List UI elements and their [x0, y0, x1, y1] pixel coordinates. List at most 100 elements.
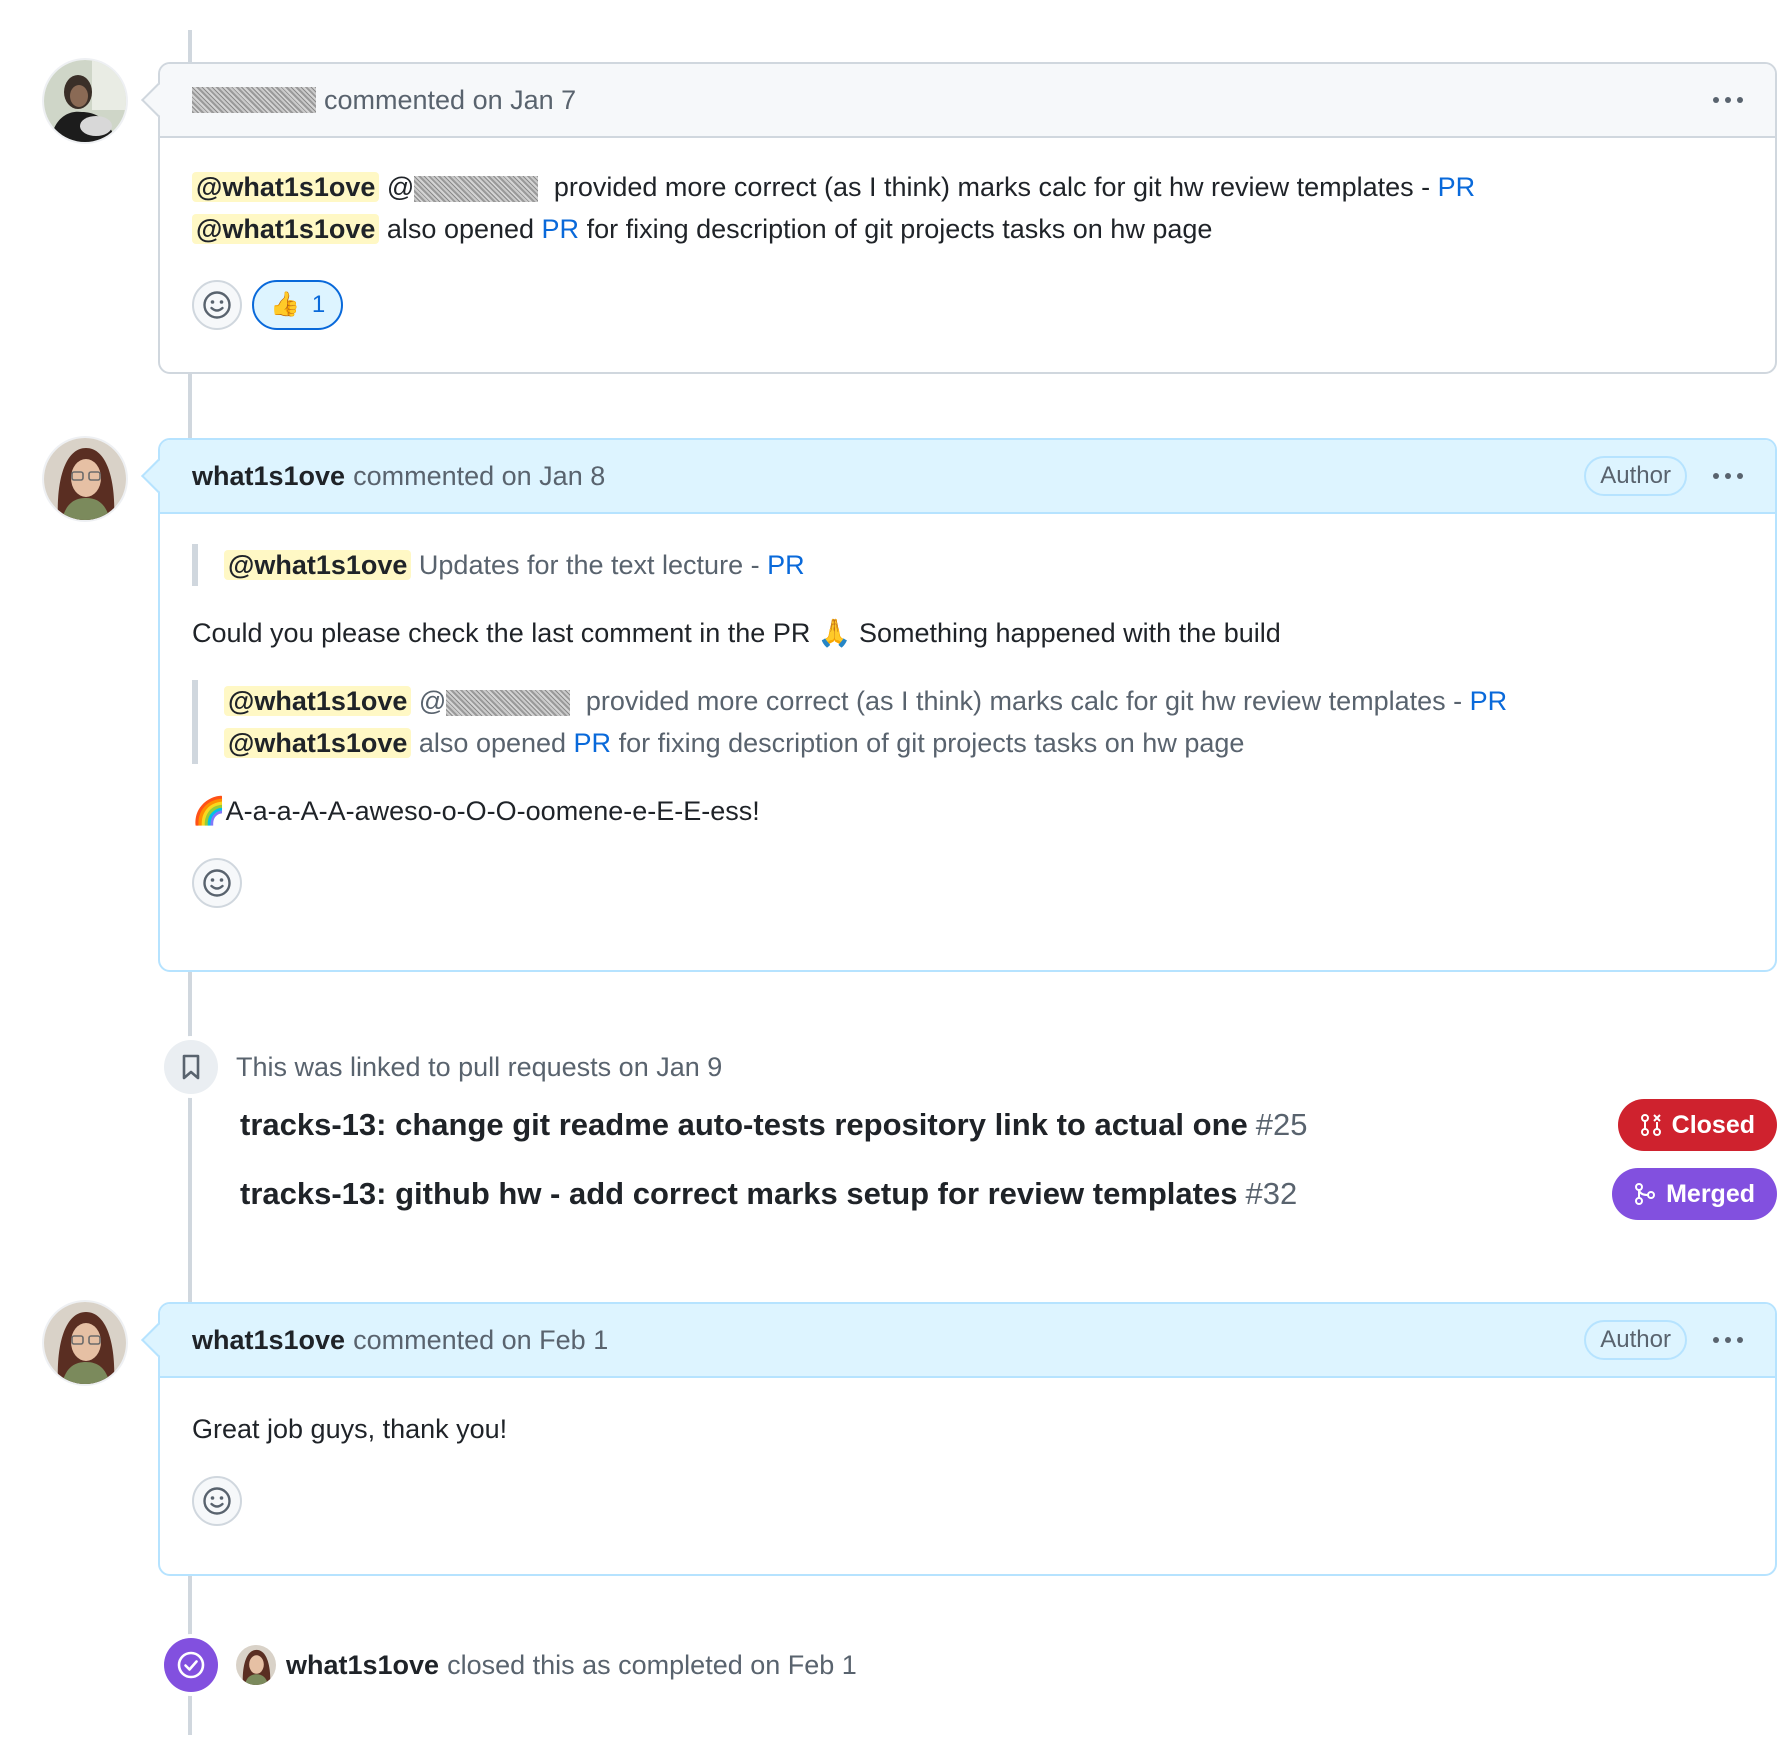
- quote-text: for fixing description of git projects t…: [611, 728, 1245, 758]
- pr-state-label: Merged: [1666, 1179, 1755, 1208]
- comment-paragraph: 🌈A-a-a-A-A-aweso-o-O-O-oomene-e-E-E-ess!: [192, 796, 760, 826]
- pr-title-link[interactable]: tracks-13: change git readme auto-tests …: [240, 1107, 1308, 1143]
- dot: [1737, 473, 1743, 479]
- blockquote: @what1s1ove @ provided more correct (as …: [192, 680, 1743, 764]
- user-mention[interactable]: @what1s1ove: [224, 686, 412, 716]
- redacted-username: [192, 87, 316, 113]
- dot: [1737, 1337, 1743, 1343]
- comment-body: @what1s1ove @ provided more correct (as …: [160, 138, 1775, 358]
- dot: [1725, 473, 1731, 479]
- check-circle-icon: [164, 1638, 218, 1692]
- comment-line: @what1s1ove also opened PR for fixing de…: [192, 208, 1743, 250]
- thumbs-up-icon: 👍: [270, 291, 300, 318]
- linked-pr-row: tracks-13: change git readme auto-tests …: [240, 1099, 1777, 1151]
- bookmark-icon: [164, 1040, 218, 1094]
- redacted-mention: [414, 175, 539, 202]
- avatar[interactable]: [44, 1302, 126, 1384]
- comment-text: for fixing description of git projects t…: [579, 214, 1213, 244]
- comment-timestamp[interactable]: commented on Jan 8: [353, 461, 605, 492]
- dot: [1713, 1337, 1719, 1343]
- comment-paragraph: Great job guys, thank you!: [192, 1414, 508, 1444]
- comment-text: also opened: [379, 214, 542, 244]
- comment-author[interactable]: what1s1ove: [192, 1325, 345, 1356]
- pr-closed-icon: [1640, 1114, 1661, 1136]
- user-photo-avatar-icon: [236, 1645, 276, 1685]
- reactions-bar: [192, 1476, 1743, 1526]
- add-reaction-button[interactable]: [192, 280, 242, 330]
- add-reaction-button[interactable]: [192, 1476, 242, 1526]
- quote-text: also opened: [411, 728, 574, 758]
- dot: [1713, 97, 1719, 103]
- comment-text: provided more correct (as I think) marks…: [546, 172, 1438, 202]
- pr-state-badge: Closed: [1617, 1099, 1777, 1151]
- event-user[interactable]: what1s1ove: [286, 1650, 439, 1681]
- user-photo-avatar-icon: [44, 60, 126, 142]
- dot: [1725, 97, 1731, 103]
- author-badge: Author: [1584, 1320, 1687, 1360]
- add-reaction-button[interactable]: [192, 858, 242, 908]
- avatar[interactable]: [44, 438, 126, 520]
- quote-line: @what1s1ove @ provided more correct (as …: [224, 680, 1743, 722]
- smiley-icon: [203, 1487, 231, 1515]
- pr-number[interactable]: #25: [1256, 1107, 1308, 1142]
- quote-line: @what1s1ove also opened PR for fixing de…: [224, 722, 1743, 764]
- pr-link[interactable]: PR: [1470, 686, 1508, 716]
- dot: [1737, 97, 1743, 103]
- pr-link[interactable]: PR: [1438, 172, 1476, 202]
- dot: [1713, 473, 1719, 479]
- quote-text: provided more correct (as I think) marks…: [578, 686, 1470, 716]
- more-options-button[interactable]: [1713, 473, 1743, 479]
- quote-text: Updates for the text lecture -: [411, 550, 768, 580]
- closed-event: what1s1ove closed this as completed on F…: [164, 1638, 857, 1692]
- pr-number[interactable]: #32: [1245, 1176, 1297, 1211]
- avatar[interactable]: [44, 60, 126, 142]
- user-mention[interactable]: @what1s1ove: [224, 728, 412, 758]
- more-options-button[interactable]: [1713, 1337, 1743, 1343]
- reaction-count: 1: [311, 291, 326, 318]
- event-text: closed this as completed on Feb 1: [447, 1649, 857, 1680]
- linked-pr-row: tracks-13: github hw - add correct marks…: [240, 1168, 1777, 1220]
- pr-title[interactable]: tracks-13: change git readme auto-tests …: [240, 1107, 1248, 1142]
- pr-link[interactable]: PR: [767, 550, 805, 580]
- smiley-icon: [203, 869, 231, 897]
- at-sign: @: [418, 686, 447, 716]
- comment-card: commented on Jan 7 @what1s1ove @ provide…: [141, 62, 1777, 374]
- author-badge: Author: [1584, 456, 1687, 496]
- comment-body: @what1s1ove Updates for the text lecture…: [160, 514, 1775, 936]
- thumbs-up-reaction-button[interactable]: 👍 1: [252, 280, 344, 330]
- pr-link[interactable]: PR: [542, 214, 580, 244]
- user-mention[interactable]: @what1s1ove: [224, 550, 412, 580]
- linked-pr-event: This was linked to pull requests on Jan …: [164, 1040, 722, 1094]
- user-mention[interactable]: @what1s1ove: [192, 214, 380, 244]
- comment-card: what1s1ove commented on Feb 1 Author Gre…: [141, 1302, 1777, 1576]
- comment-header: what1s1ove commented on Jan 8 Author: [160, 440, 1775, 514]
- reactions-bar: [192, 858, 1743, 908]
- user-mention[interactable]: @what1s1ove: [192, 172, 380, 202]
- smiley-icon: [203, 291, 231, 319]
- event-text: This was linked to pull requests on Jan …: [236, 1051, 723, 1082]
- comment-timestamp[interactable]: commented on Feb 1: [353, 1325, 608, 1356]
- pr-link[interactable]: PR: [574, 728, 612, 758]
- avatar[interactable]: [236, 1645, 276, 1685]
- redacted-mention: [446, 689, 571, 716]
- comment-card: what1s1ove commented on Jan 8 Author @wh…: [141, 438, 1777, 972]
- comment-author[interactable]: what1s1ove: [192, 461, 345, 492]
- pr-title-link[interactable]: tracks-13: github hw - add correct marks…: [240, 1176, 1297, 1212]
- user-photo-avatar-icon: [44, 438, 126, 520]
- comment-header: what1s1ove commented on Feb 1 Author: [160, 1304, 1775, 1378]
- comment-line: @what1s1ove @ provided more correct (as …: [192, 166, 1743, 208]
- reactions-bar: 👍 1: [192, 280, 1743, 330]
- at-sign: @: [386, 172, 415, 202]
- comment-timestamp[interactable]: commented on Jan 7: [324, 85, 576, 116]
- pr-merged-icon: [1635, 1183, 1656, 1205]
- dot: [1725, 1337, 1731, 1343]
- comment-paragraph: Could you please check the last comment …: [192, 618, 1281, 648]
- more-options-button[interactable]: [1713, 97, 1743, 103]
- pr-state-badge: Merged: [1612, 1168, 1777, 1220]
- user-photo-avatar-icon: [44, 1302, 126, 1384]
- blockquote: @what1s1ove Updates for the text lecture…: [192, 544, 1743, 586]
- pr-state-label: Closed: [1671, 1110, 1755, 1139]
- pr-title[interactable]: tracks-13: github hw - add correct marks…: [240, 1176, 1237, 1211]
- comment-header: commented on Jan 7: [160, 64, 1775, 138]
- comment-body: Great job guys, thank you!: [160, 1378, 1775, 1554]
